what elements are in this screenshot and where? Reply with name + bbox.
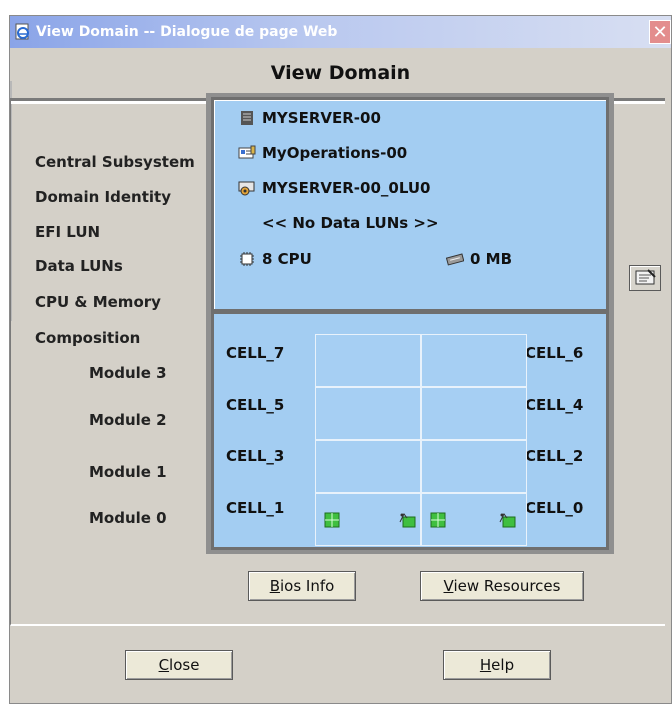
cpu-value: 8 CPU <box>238 250 312 268</box>
grid-cell-1[interactable] <box>315 493 421 546</box>
server-icon <box>241 111 253 125</box>
help-label: elp <box>491 656 515 674</box>
label-cpu-memory: CPU & Memory <box>35 293 161 311</box>
label-domain-identity: Domain Identity <box>35 188 171 206</box>
cpu-chip-icon <box>240 252 254 266</box>
close-window-button[interactable]: ✕ <box>649 20 671 44</box>
domain-info-panel: MYSERVER-00 MyOperations-00 MYSERVER-00_… <box>211 97 609 312</box>
grid-cell-6[interactable] <box>421 334 527 387</box>
view-resources-label: iew Resources <box>453 577 561 595</box>
green-io-icon <box>499 513 516 528</box>
memory-value: 0 MB <box>446 250 512 268</box>
grid-cell-0[interactable] <box>421 493 527 546</box>
domain-card-icon <box>238 145 256 159</box>
grid-cell-2[interactable] <box>421 440 527 493</box>
central-subsystem-value: MYSERVER-00 <box>238 109 381 127</box>
efi-lun-value: MYSERVER-00_0LU0 <box>238 179 430 197</box>
data-luns-text: << No Data LUNs >> <box>262 214 439 232</box>
cpu-text: 8 CPU <box>262 250 312 268</box>
memory-module-icon <box>446 253 464 266</box>
label-module-2: Module 2 <box>89 411 167 429</box>
green-chip-icon <box>324 512 340 528</box>
bios-info-mnemonic: B <box>269 577 280 595</box>
disk-icon <box>238 181 255 196</box>
label-module-3: Module 3 <box>89 364 167 382</box>
green-chip-icon <box>430 512 446 528</box>
view-resources-mnemonic: V <box>443 577 454 595</box>
view-resources-button[interactable]: View Resources <box>420 571 584 601</box>
grid-cell-4[interactable] <box>421 387 527 440</box>
dialog-heading: View Domain <box>270 62 411 84</box>
domain-identity-text: MyOperations-00 <box>262 144 408 162</box>
edit-icon <box>635 269 656 285</box>
label-composition: Composition <box>35 329 141 347</box>
edit-button[interactable] <box>629 265 661 291</box>
close-icon: ✕ <box>652 22 668 43</box>
bios-info-button[interactable]: Bios Info <box>248 571 356 601</box>
title-bar: View Domain -- Dialogue de page Web ✕ <box>10 16 671 48</box>
memory-text: 0 MB <box>470 250 513 268</box>
close-button[interactable]: Close <box>125 650 233 680</box>
label-module-1: Module 1 <box>89 463 167 481</box>
close-mnemonic: C <box>158 656 170 674</box>
central-subsystem-text: MYSERVER-00 <box>262 109 381 127</box>
close-label: lose <box>169 656 200 674</box>
label-central-subsystem: Central Subsystem <box>35 153 195 171</box>
label-data-luns: Data LUNs <box>35 257 123 275</box>
bios-info-label: ios Info <box>279 577 335 595</box>
ie-page-icon <box>15 23 29 40</box>
cell-label-1: CELL_1 <box>226 499 285 517</box>
green-io-icon <box>399 513 416 528</box>
grid-cell-7[interactable] <box>315 334 421 387</box>
help-mnemonic: H <box>479 656 492 674</box>
cell-label-4: CELL_4 <box>525 396 584 414</box>
help-button[interactable]: Help <box>443 650 551 680</box>
data-luns-value: << No Data LUNs >> <box>262 214 439 232</box>
cell-label-7: CELL_7 <box>226 344 285 362</box>
cell-label-2: CELL_2 <box>525 447 584 465</box>
label-efi-lun: EFI LUN <box>35 223 101 241</box>
label-module-0: Module 0 <box>89 509 167 527</box>
cell-label-0: CELL_0 <box>525 499 584 517</box>
window-title: View Domain -- Dialogue de page Web <box>36 24 338 40</box>
grid-cell-3[interactable] <box>315 440 421 493</box>
cell-label-3: CELL_3 <box>226 447 285 465</box>
cell-label-5: CELL_5 <box>226 396 285 414</box>
grid-cell-5[interactable] <box>315 387 421 440</box>
efi-lun-text: MYSERVER-00_0LU0 <box>262 179 431 197</box>
cell-label-6: CELL_6 <box>525 344 584 362</box>
domain-identity-value: MyOperations-00 <box>238 144 407 162</box>
